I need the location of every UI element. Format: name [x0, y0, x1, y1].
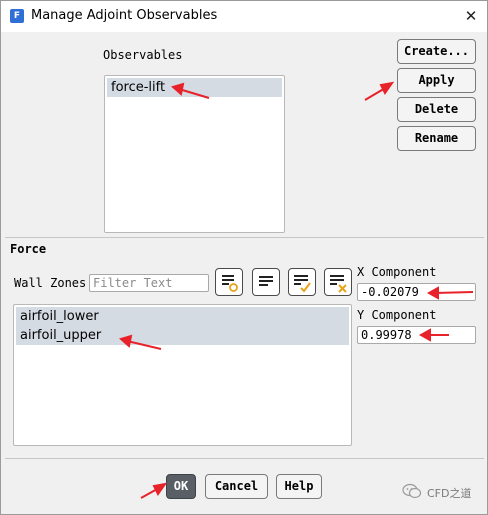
manage-adjoint-observables-dialog: F Manage Adjoint Observables ✕ Observabl… — [0, 0, 488, 515]
arrow-head-force-lift — [170, 82, 185, 96]
arrow-head-airfoil-upper — [118, 334, 133, 348]
arrow-head-x-component — [426, 286, 439, 300]
annotation-arrows — [118, 81, 474, 499]
arrow-head-ok — [152, 482, 168, 496]
arrow-to-airfoil-upper — [126, 340, 162, 350]
arrow-to-force-lift — [178, 88, 210, 99]
arrow-head-apply — [379, 81, 395, 95]
arrow-to-x-component — [434, 291, 474, 294]
arrow-head-y-component — [418, 328, 431, 342]
